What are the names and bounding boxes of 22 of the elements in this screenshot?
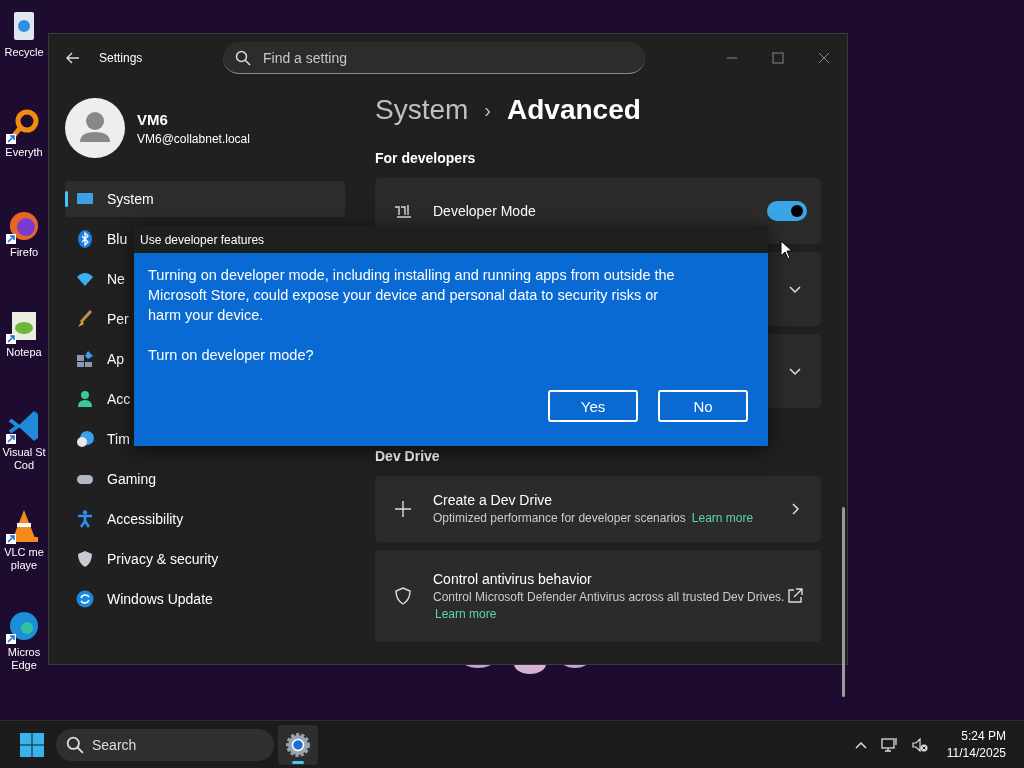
setting-description: Control Microsoft Defender Antivirus across all trusted Dev Drives. <box>433 589 785 604</box>
section-heading: For developers <box>375 150 477 168</box>
breadcrumb-separator: › <box>484 98 492 122</box>
user-email: VM6@collabnet.local <box>137 131 250 146</box>
dialog-title: Use developer features <box>140 232 265 247</box>
desktop-icon-label: Firefo <box>9 246 39 259</box>
page-title: Advanced <box>507 94 641 126</box>
desktop-icon-label: Everyth <box>5 146 43 159</box>
setting-title: Developer Mode <box>433 203 536 219</box>
desktop-icon-label: VLC me playe <box>4 546 44 572</box>
dialog-message: Turning on developer mode, including installing and running apps from outside the Microsoft Store, could expose your device and personal data to security risks or harm your device. <box>148 266 676 325</box>
desktop-icon-label: Visual St Cod <box>2 446 46 472</box>
setting-description: Optimized performance for developer scenarios <box>433 511 686 525</box>
dialog-message: Turn on developer mode? <box>148 346 315 365</box>
desktop-icon-label: Notepa <box>6 346 42 359</box>
window-title: Settings <box>99 51 144 65</box>
desktop-icon-label: Micros Edge <box>7 646 41 672</box>
desktop-icon-label: Recycle <box>4 46 44 59</box>
section-heading: Dev Drive <box>375 448 441 466</box>
user-name: VM6 <box>137 110 169 128</box>
setting-title: Control antivirus behavior <box>433 570 593 587</box>
setting-title: Create a Dev Drive <box>433 492 554 508</box>
